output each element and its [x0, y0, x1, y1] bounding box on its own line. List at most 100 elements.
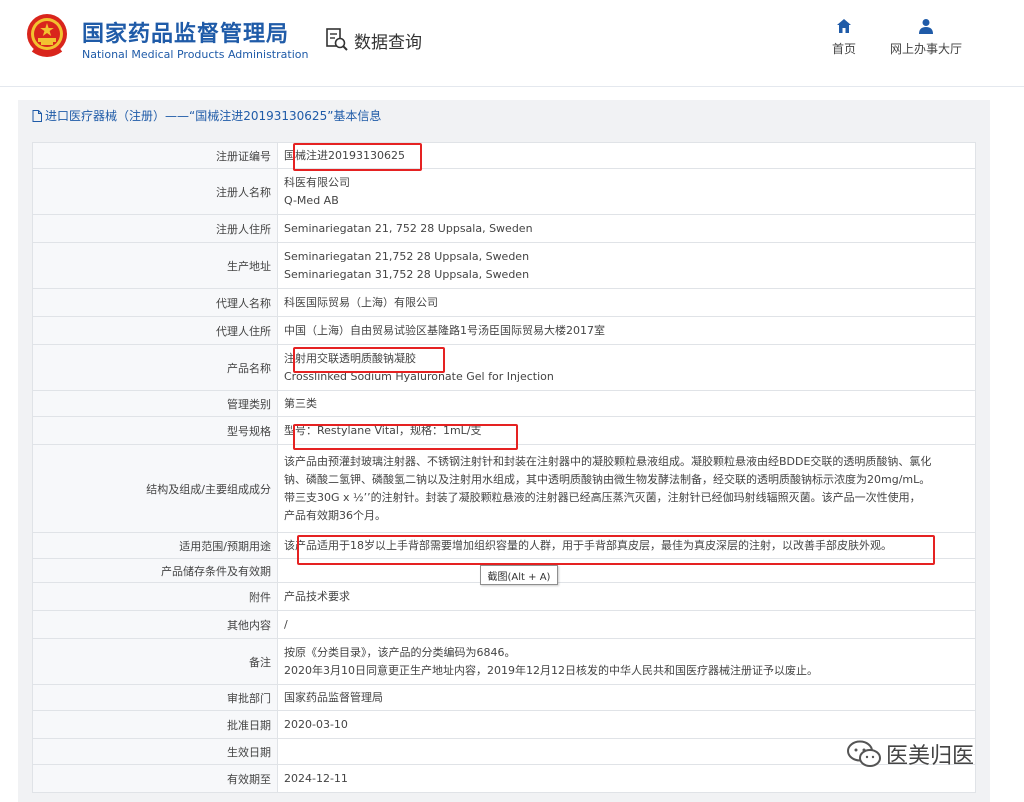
- table-row: 注册证编号 国械注进20193130625: [32, 142, 976, 169]
- field-value-line: 中国（上海）自由贸易试验区基隆路1号汤臣国际贸易大楼2017室: [284, 323, 605, 337]
- table-row: 产品名称 注射用交联透明质酸钠凝胶 Crosslinked Sodium Hyalu…: [32, 344, 976, 391]
- field-value-line: 第三类: [284, 396, 317, 410]
- field-label: 产品储存条件及有效期: [32, 558, 278, 583]
- field-value-line: 钠、磷酸二氢钾、磷酸氢二钠以及注射用水组成，其中透明质酸钠由微生物发酵法制备，经…: [284, 472, 931, 486]
- field-value-line: 带三支30G x ½’’的注射针。封装了凝胶颗粒悬液的注射器已经高压蒸汽灭菌，注…: [284, 490, 921, 504]
- field-value-line: 2020-03-10: [284, 717, 348, 731]
- field-value-line: 该产品适用于18岁以上手背部需要增加组织容量的人群，用于手背部真皮层，最佳为真皮…: [284, 538, 892, 552]
- field-label: 生效日期: [32, 738, 278, 765]
- table-row: 管理类别 第三类: [32, 390, 976, 417]
- field-value: 注射用交联透明质酸钠凝胶 Crosslinked Sodium Hyalurona…: [277, 344, 976, 391]
- watermark-text: 医美归医: [886, 744, 975, 769]
- document-icon: [32, 109, 42, 122]
- national-emblem-icon: [27, 14, 67, 57]
- nav-online-hall[interactable]: 网上办事大厅: [886, 18, 966, 57]
- data-query-label: 数据查询: [354, 32, 422, 53]
- field-label: 注册人名称: [32, 168, 278, 215]
- data-query-link[interactable]: 数据查询: [326, 27, 422, 53]
- field-value: 科医有限公司 Q-Med AB: [277, 168, 976, 215]
- breadcrumb: 进口医疗器械（注册）——“国械注进20193130625”基本信息: [32, 107, 381, 124]
- field-value-line: 型号：Restylane Vital，规格：1mL/支: [284, 423, 482, 437]
- table-row: 审批部门 国家药品监督管理局: [32, 684, 976, 711]
- field-value-line: 科医国际贸易（上海）有限公司: [284, 295, 438, 309]
- field-label: 生产地址: [32, 242, 278, 289]
- registration-info-table: 注册证编号 国械注进20193130625 注册人名称 科医有限公司 Q-Med AB 注…: [32, 142, 976, 793]
- table-row: 批准日期 2020-03-10: [32, 710, 976, 739]
- field-value-line: 国家药品监督管理局: [284, 690, 383, 704]
- field-value-line: 该产品由预灌封玻璃注射器、不锈钢注射针和封装在注射器中的凝胶颗粒悬液组成。凝胶颗…: [284, 454, 932, 468]
- field-value: 科医国际贸易（上海）有限公司: [277, 288, 976, 317]
- agency-title-cn[interactable]: 国家药品监督管理局: [82, 16, 289, 48]
- table-row: 代理人住所 中国（上海）自由贸易试验区基隆路1号汤臣国际贸易大楼2017室: [32, 316, 976, 345]
- table-row: 生产地址 Seminariegatan 21,752 28 Uppsala, Sw…: [32, 242, 976, 289]
- field-label: 备注: [32, 638, 278, 685]
- field-label: 审批部门: [32, 684, 278, 711]
- field-label: 产品名称: [32, 344, 278, 391]
- wechat-icon: [847, 740, 881, 767]
- field-value-line: 2020年3月10日同意更正生产地址内容，2019年12月12日核发的中华人民共…: [284, 663, 818, 677]
- nav-home[interactable]: 首页: [826, 18, 862, 57]
- field-value-line: 产品有效期36个月。: [284, 508, 386, 522]
- field-label: 有效期至: [32, 764, 278, 793]
- table-row: 注册人名称 科医有限公司 Q-Med AB: [32, 168, 976, 215]
- field-value-line: 2024-12-11: [284, 771, 348, 785]
- field-label: 注册人住所: [32, 214, 278, 243]
- nav-online-hall-label: 网上办事大厅: [889, 42, 962, 56]
- screenshot-tooltip: 截图(Alt + A): [480, 565, 558, 585]
- field-value-line: Q-Med AB: [284, 193, 339, 207]
- field-value-line: 国械注进20193130625: [284, 148, 405, 162]
- field-label: 其他内容: [32, 610, 278, 639]
- table-row: 代理人名称 科医国际贸易（上海）有限公司: [32, 288, 976, 317]
- table-row: 型号规格 型号：Restylane Vital，规格：1mL/支: [32, 416, 976, 445]
- field-label: 型号规格: [32, 416, 278, 445]
- field-value: Seminariegatan 21,752 28 Uppsala, Sweden…: [277, 242, 976, 289]
- field-value: 国家药品监督管理局: [277, 684, 976, 711]
- field-label: 注册证编号: [32, 142, 278, 169]
- table-row: 结构及组成/主要组成成分 该产品由预灌封玻璃注射器、不锈钢注射针和封装在注射器中的…: [32, 444, 976, 533]
- field-label: 结构及组成/主要组成成分: [32, 444, 278, 533]
- field-value: 第三类: [277, 390, 976, 417]
- site-header: 国家药品监督管理局 National Medical Products Admi…: [0, 0, 1024, 87]
- field-label: 适用范围/预期用途: [32, 532, 278, 559]
- field-value-line: Seminariegatan 31,752 28 Uppsala, Sweden: [284, 267, 530, 281]
- home-icon: [837, 19, 851, 33]
- field-value: 型号：Restylane Vital，规格：1mL/支: [277, 416, 976, 445]
- document-search-icon: [326, 28, 348, 51]
- table-row: 附件 产品技术要求: [32, 582, 976, 611]
- field-value-line: /: [284, 617, 288, 631]
- breadcrumb-text: 进口医疗器械（注册）——“国械注进20193130625”基本信息: [45, 109, 382, 123]
- field-value-line: 科医有限公司: [284, 175, 350, 189]
- agency-title-en[interactable]: National Medical Products Administration: [82, 48, 308, 61]
- field-value-line: 按原《分类目录》，该产品的分类编码为6846。: [284, 645, 516, 659]
- table-row: 有效期至 2024-12-11: [32, 764, 976, 793]
- table-row: 备注 按原《分类目录》，该产品的分类编码为6846。 2020年3月10日同意更正生…: [32, 638, 976, 685]
- field-value-line: Crosslinked Sodium Hyaluronate Gel for I…: [284, 369, 554, 383]
- field-value: 2020-03-10: [277, 710, 976, 739]
- field-value: 该产品由预灌封玻璃注射器、不锈钢注射针和封装在注射器中的凝胶颗粒悬液组成。凝胶颗…: [277, 444, 976, 533]
- detail-panel: 进口医疗器械（注册）——“国械注进20193130625”基本信息 注册证编号国…: [18, 100, 990, 802]
- field-value: Seminariegatan 21, 752 28 Uppsala, Swede…: [277, 214, 976, 243]
- field-value-line: 注射用交联透明质酸钠凝胶: [284, 351, 416, 365]
- table-row: 生效日期: [32, 738, 976, 765]
- user-icon: [919, 19, 933, 34]
- field-value: /: [277, 610, 976, 639]
- field-value-line: Seminariegatan 21,752 28 Uppsala, Sweden: [284, 249, 530, 263]
- field-value: 按原《分类目录》，该产品的分类编码为6846。 2020年3月10日同意更正生产地…: [277, 638, 976, 685]
- field-label: 附件: [32, 582, 278, 611]
- watermark: 医美归医: [846, 738, 974, 770]
- field-value: 中国（上海）自由贸易试验区基隆路1号汤臣国际贸易大楼2017室: [277, 316, 976, 345]
- field-value: 产品技术要求: [277, 582, 976, 611]
- field-value-line: Seminariegatan 21, 752 28 Uppsala, Swede…: [284, 221, 533, 235]
- table-row: 注册人住所 Seminariegatan 21, 752 28 Uppsala, …: [32, 214, 976, 243]
- field-value-line: 产品技术要求: [284, 589, 350, 603]
- field-label: 代理人住所: [32, 316, 278, 345]
- table-row: 适用范围/预期用途 该产品适用于18岁以上手背部需要增加组织容量的人群，用于手背部…: [32, 532, 976, 559]
- nav-home-label: 首页: [831, 42, 856, 56]
- table-row: 其他内容 /: [32, 610, 976, 639]
- field-value: 该产品适用于18岁以上手背部需要增加组织容量的人群，用于手背部真皮层，最佳为真皮…: [277, 532, 976, 559]
- field-value: 国械注进20193130625: [277, 142, 976, 169]
- field-label: 批准日期: [32, 710, 278, 739]
- field-label: 管理类别: [32, 390, 278, 417]
- field-label: 代理人名称: [32, 288, 278, 317]
- field-value: [277, 558, 976, 583]
